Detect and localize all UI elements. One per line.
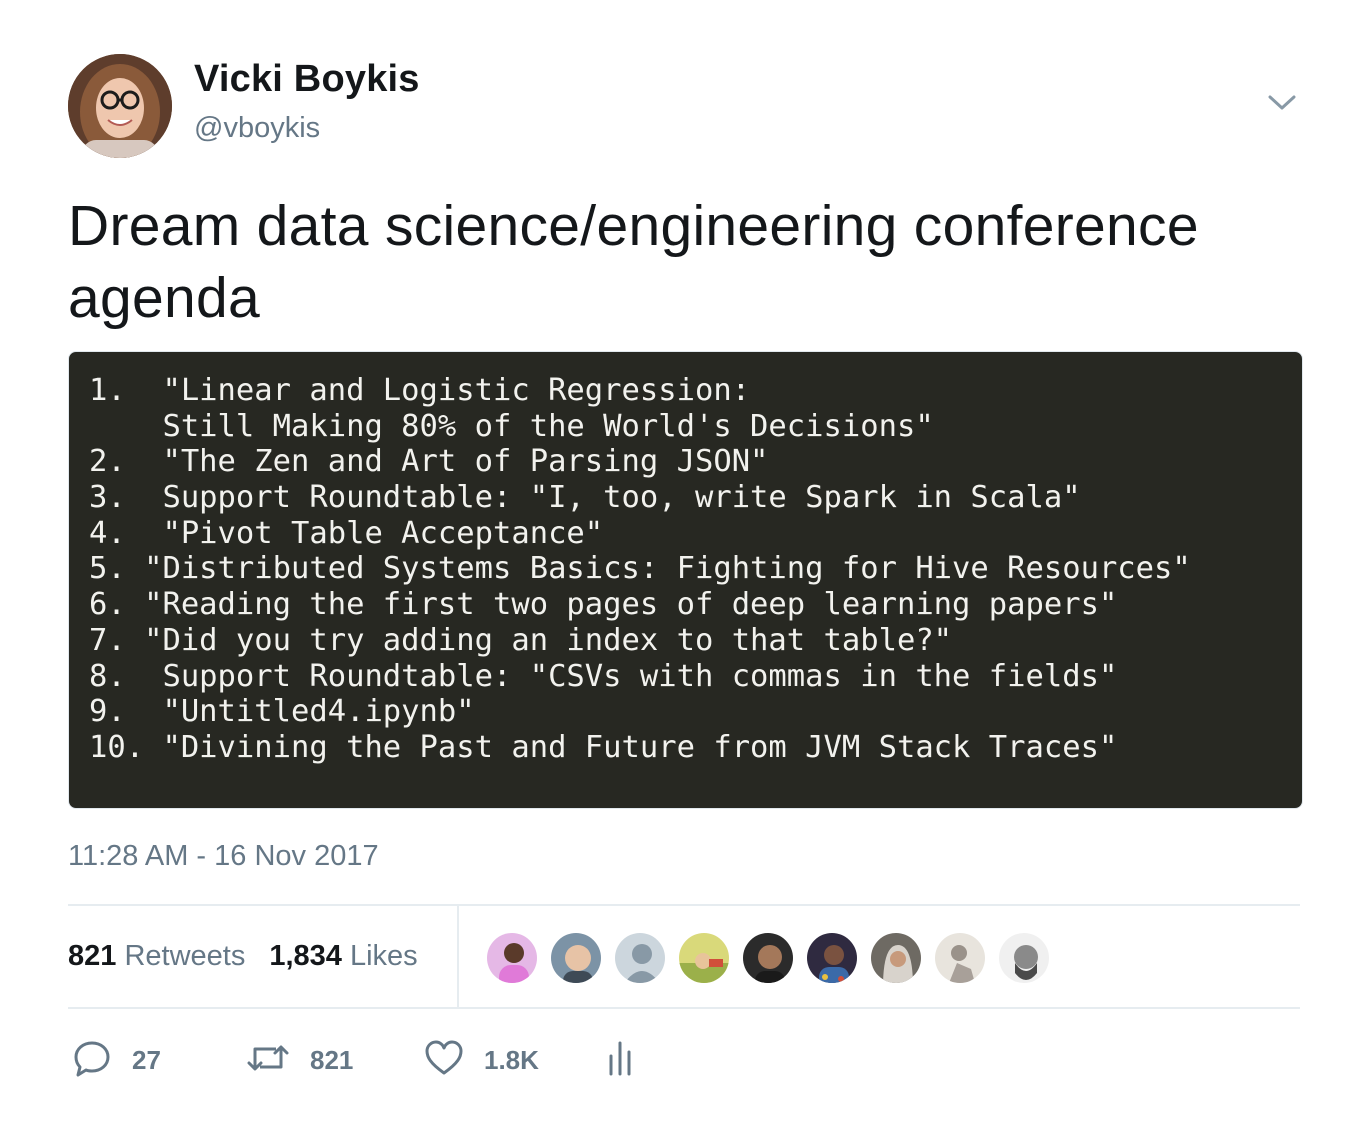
analytics-button[interactable] bbox=[606, 1038, 636, 1082]
reply-count: 27 bbox=[132, 1044, 161, 1075]
retweet-button[interactable]: 821 bbox=[246, 1038, 353, 1082]
heart-icon bbox=[424, 1038, 464, 1083]
retweet-count: 821 bbox=[310, 1044, 354, 1075]
retweet-icon bbox=[246, 1038, 290, 1083]
liker-avatar[interactable] bbox=[805, 931, 859, 985]
liker-avatars bbox=[485, 931, 1061, 985]
author-handle[interactable]: @vboykis bbox=[194, 112, 320, 145]
tweet-stats: 821 Retweets 1,834 Likes bbox=[68, 940, 418, 973]
code-line: Still Making 80% of the World's Decision… bbox=[89, 408, 934, 444]
reply-button[interactable]: 27 bbox=[72, 1038, 161, 1082]
analytics-icon bbox=[606, 1038, 636, 1083]
chevron-down-icon[interactable] bbox=[1262, 88, 1302, 118]
code-line: 4. "Pivot Table Acceptance" bbox=[89, 515, 604, 551]
code-line: 5. "Distributed Systems Basics: Fighting… bbox=[89, 551, 1191, 587]
liker-avatar[interactable] bbox=[485, 931, 539, 985]
like-button[interactable]: 1.8K bbox=[424, 1038, 539, 1082]
likes-stat-label: Likes bbox=[349, 940, 418, 972]
likes-stat[interactable]: 1,834 Likes bbox=[269, 940, 417, 973]
retweets-stat-label: Retweets bbox=[124, 940, 246, 972]
code-line: 7. "Did you try adding an index to that … bbox=[89, 622, 953, 658]
liker-avatar[interactable] bbox=[869, 931, 923, 985]
code-line: 10. "Divining the Past and Future from J… bbox=[89, 729, 1118, 765]
tweet-text: Dream data science/engineering conferenc… bbox=[68, 194, 1199, 330]
liker-avatar[interactable] bbox=[933, 931, 987, 985]
code-line: 2. "The Zen and Art of Parsing JSON" bbox=[89, 444, 769, 480]
code-line: 8. Support Roundtable: "CSVs with commas… bbox=[89, 658, 1118, 694]
divider bbox=[457, 906, 459, 1007]
author-display-name[interactable]: Vicki Boykis bbox=[194, 58, 420, 101]
like-count: 1.8K bbox=[484, 1044, 539, 1075]
likes-stat-count: 1,834 bbox=[269, 940, 342, 972]
retweets-stat[interactable]: 821 Retweets bbox=[68, 940, 245, 973]
divider bbox=[68, 904, 1300, 906]
reply-icon bbox=[72, 1038, 112, 1083]
liker-avatar[interactable] bbox=[613, 931, 667, 985]
code-line: 1. "Linear and Logistic Regression: bbox=[89, 373, 751, 408]
tweet-timestamp[interactable]: 11:28 AM - 16 Nov 2017 bbox=[68, 840, 379, 873]
liker-avatar[interactable] bbox=[741, 931, 795, 985]
liker-avatar[interactable] bbox=[677, 931, 731, 985]
liker-avatar[interactable] bbox=[549, 931, 603, 985]
author-avatar[interactable] bbox=[68, 54, 172, 158]
liker-avatar[interactable] bbox=[997, 931, 1051, 985]
divider bbox=[68, 1007, 1300, 1009]
tweet-media-code-screenshot[interactable]: 1. "Linear and Logistic Regression: Stil… bbox=[68, 351, 1303, 809]
code-line: 9. "Untitled4.ipynb" bbox=[89, 694, 475, 730]
code-line: 3. Support Roundtable: "I, too, write Sp… bbox=[89, 480, 1081, 516]
tweet-card: Vicki Boykis @vboykis Dream data science… bbox=[0, 0, 1362, 1126]
retweets-stat-count: 821 bbox=[68, 940, 117, 972]
code-line: 6. "Reading the first two pages of deep … bbox=[89, 587, 1118, 623]
